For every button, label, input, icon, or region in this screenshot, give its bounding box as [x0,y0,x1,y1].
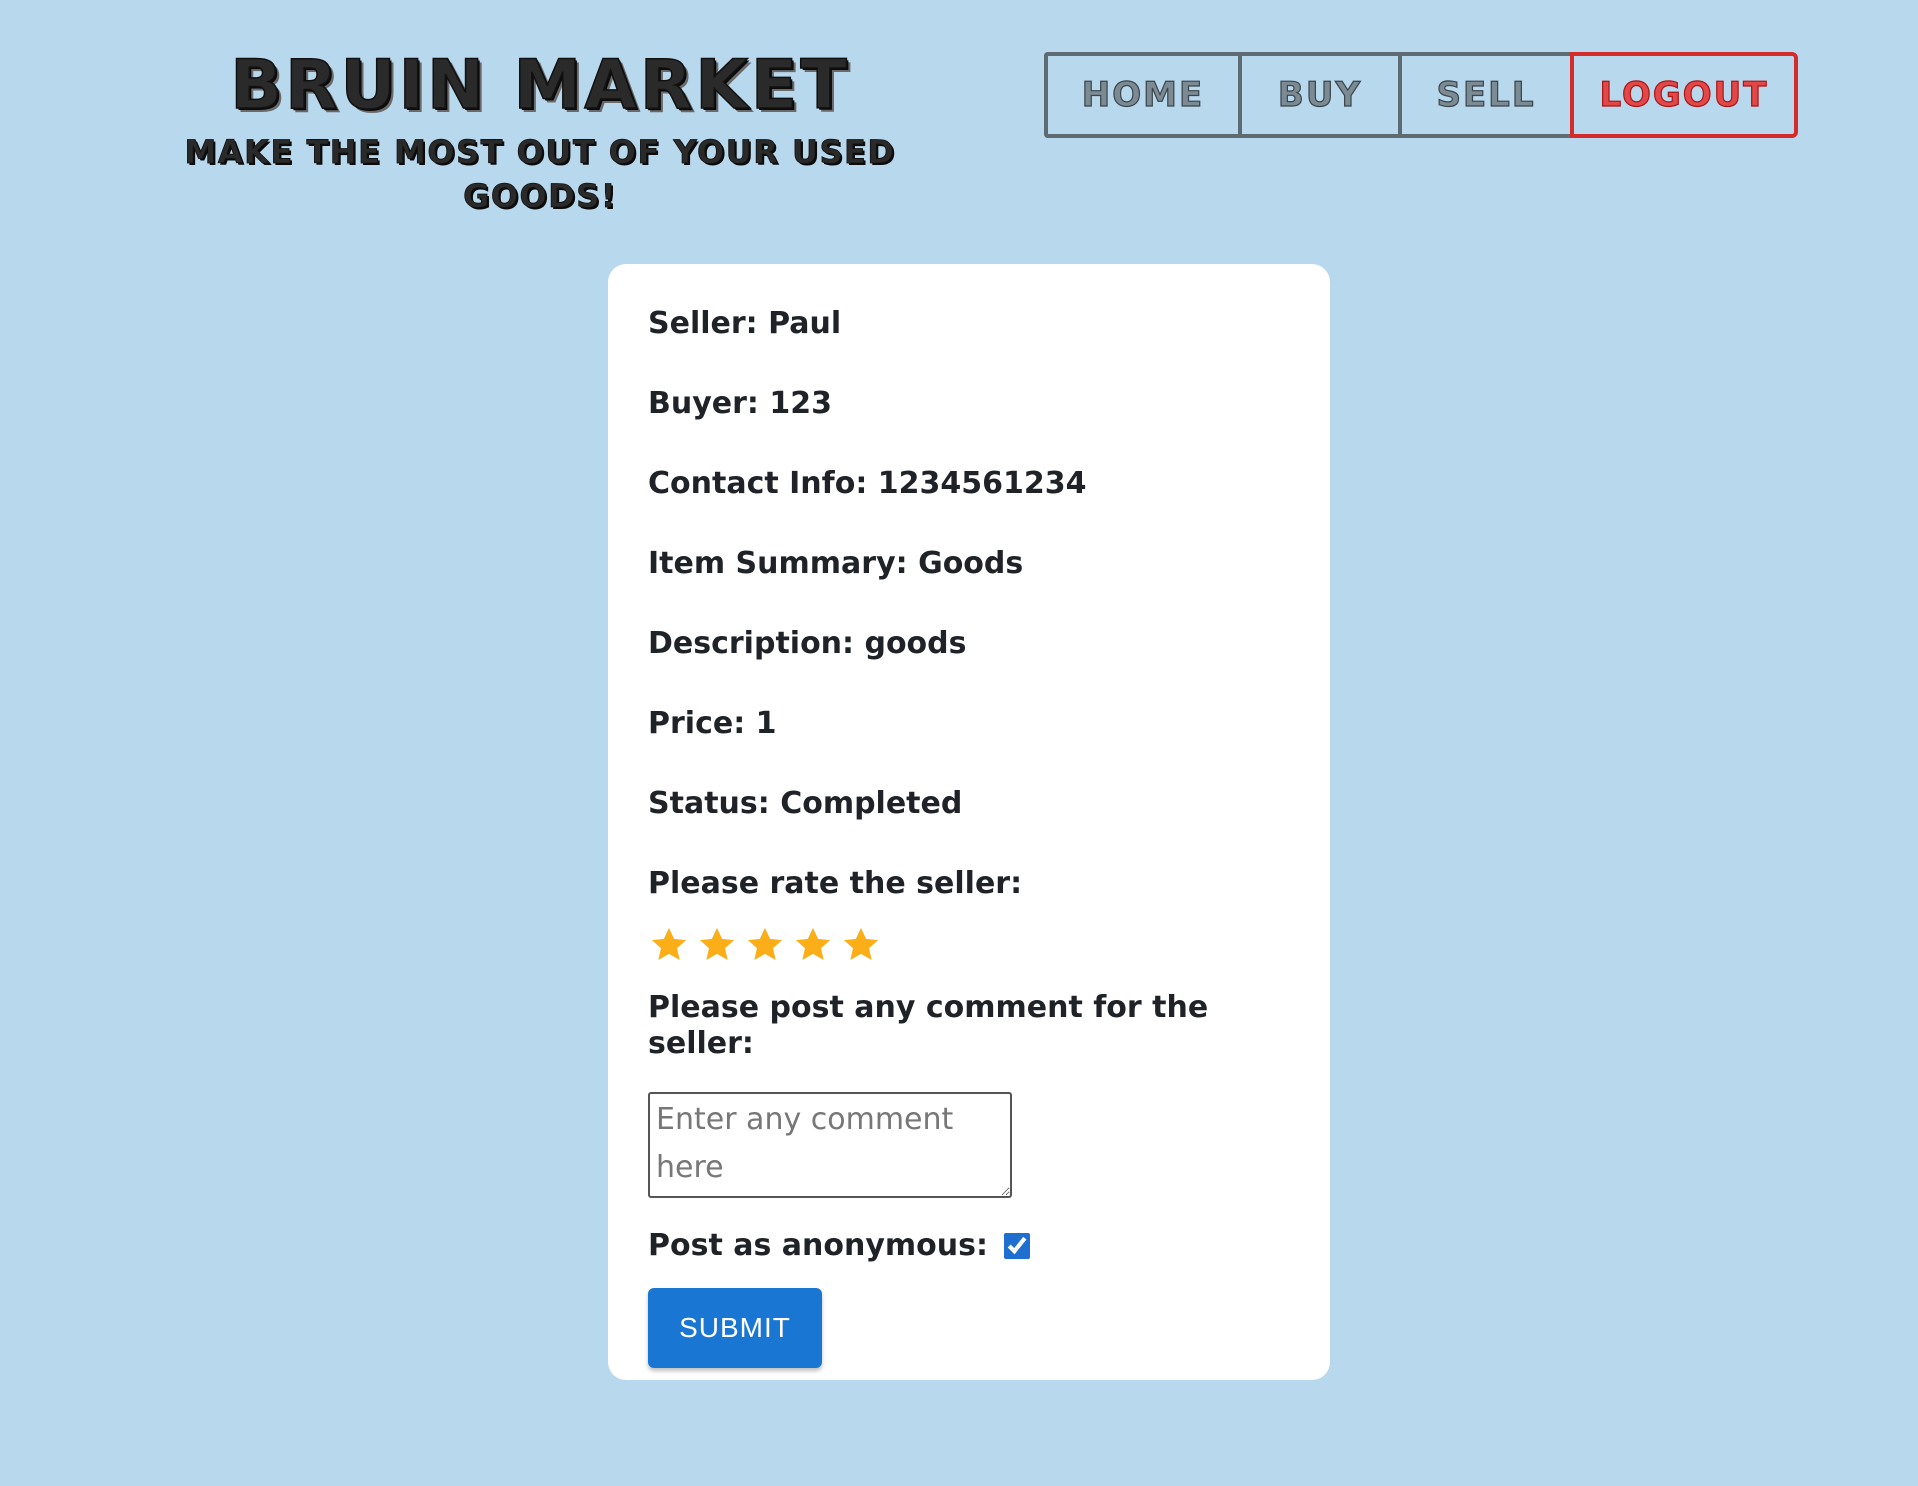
site-tagline: MAKE THE MOST OUT OF YOUR USED GOODS! [184,133,896,216]
star-icon[interactable] [648,924,690,966]
brand-header: BRUIN MARKET MAKE THE MOST OUT OF YOUR U… [120,42,960,218]
comment-label: Please post any comment for the seller: [648,990,1209,1061]
contact-info-field: Contact Info: 1234561234 [648,466,1087,501]
anonymous-label: Post as anonymous: [648,1228,988,1263]
star-icon[interactable] [696,924,738,966]
nav-sell-button[interactable]: SELL [1398,52,1570,138]
nav-buy-button[interactable]: BUY [1238,52,1398,138]
price-field: Price: 1 [648,706,777,741]
status-field: Status: Completed [648,786,963,821]
nav-logout-button[interactable]: LOGOUT [1570,52,1798,138]
transaction-card: Seller: Paul Buyer: 123 Contact Info: 12… [608,264,1330,1380]
submit-button[interactable]: SUBMIT [648,1288,822,1368]
nav-home-button[interactable]: HOME [1044,52,1238,138]
seller-field: Seller: Paul [648,306,842,341]
anonymous-checkbox[interactable] [1004,1233,1030,1259]
star-icon[interactable] [792,924,834,966]
site-title: BRUIN MARKET [230,45,850,126]
item-summary-field: Item Summary: Goods [648,546,1024,581]
star-icon[interactable] [840,924,882,966]
buyer-field: Buyer: 123 [648,386,832,421]
description-field: Description: goods [648,626,967,661]
star-rating[interactable] [648,924,1290,970]
star-icon[interactable] [744,924,786,966]
rating-label: Please rate the seller: [648,866,1023,901]
anonymous-row: Post as anonymous: [648,1228,1290,1264]
top-nav: HOME BUY SELL LOGOUT [1044,52,1798,138]
comment-textarea[interactable] [648,1092,1012,1198]
